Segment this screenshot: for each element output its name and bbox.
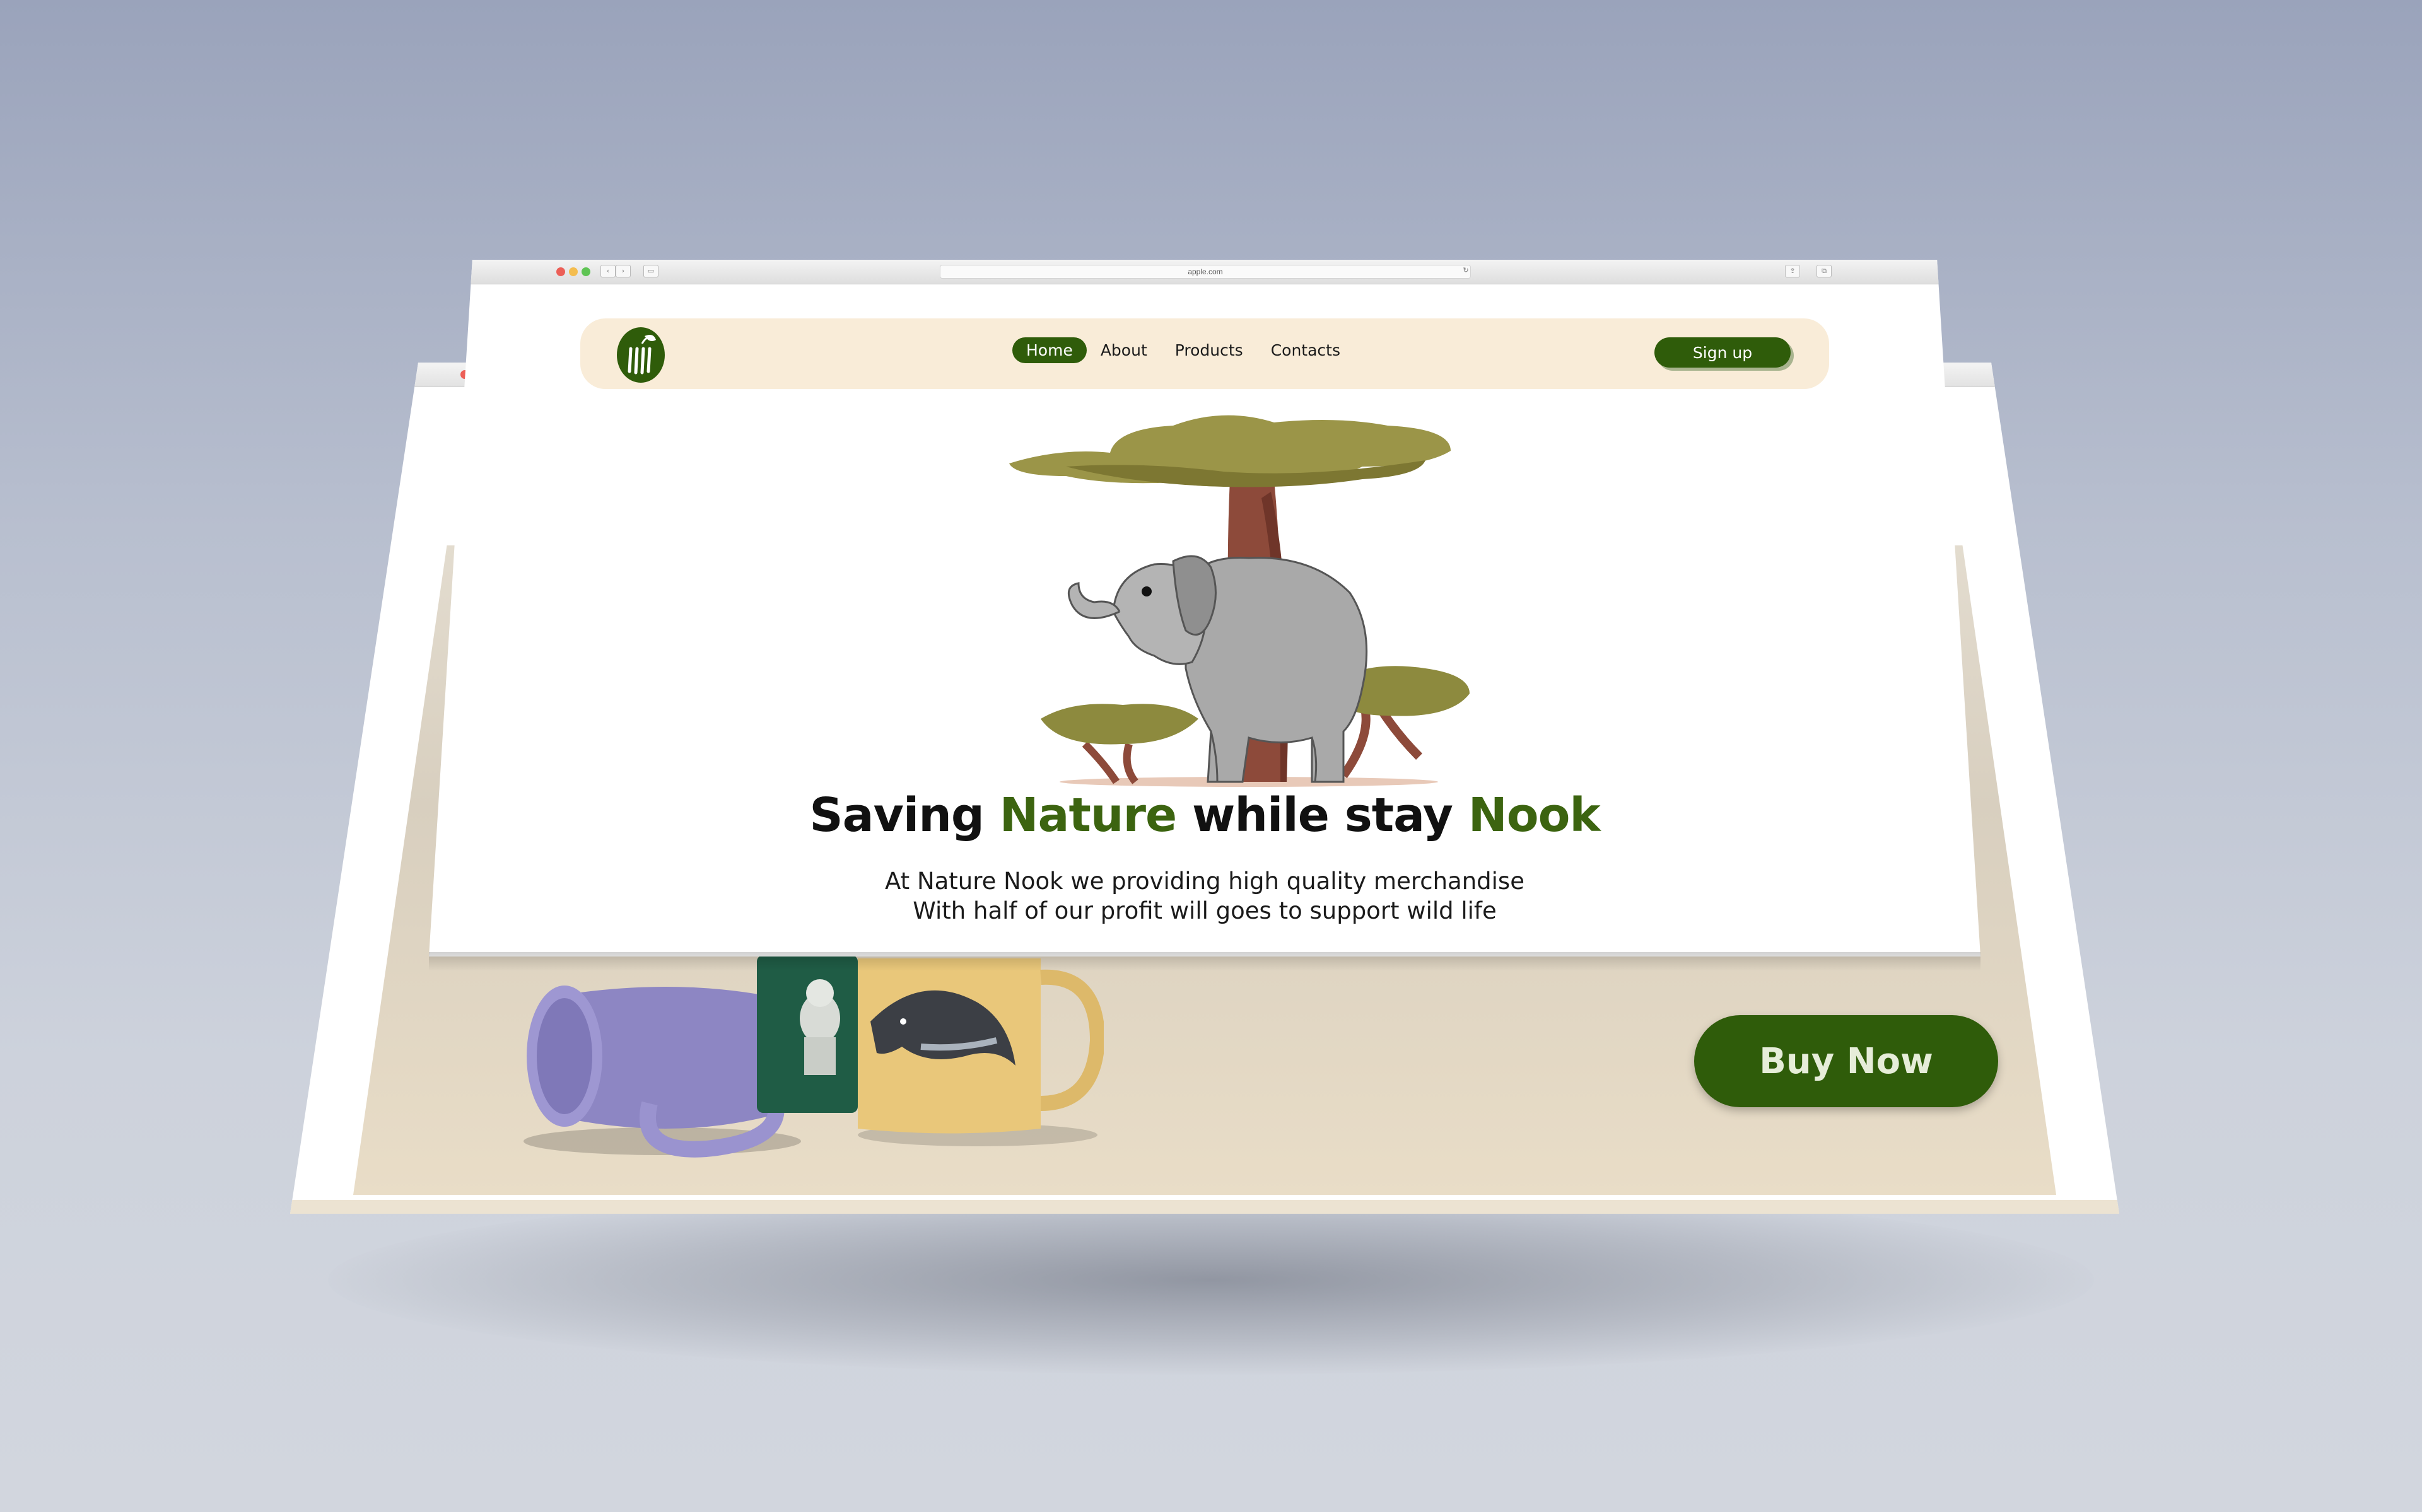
front-window-chrome: ‹ › ▭ apple.com ↻ ⇪ ⧉ [429, 260, 1980, 284]
nav-links: Home About Products Contacts [1012, 337, 1354, 363]
close-dot[interactable] [556, 267, 565, 276]
reload-icon[interactable]: ↻ [1459, 265, 1473, 276]
back-window-bottom [290, 1200, 2119, 1214]
zoom-dot[interactable] [582, 267, 590, 276]
nav-products[interactable]: Products [1161, 337, 1257, 363]
headline-nook: Nook [1468, 788, 1601, 842]
hero-subtext: At Nature Nook we providing high quality… [429, 866, 1980, 926]
subtext-line-1: At Nature Nook we providing high quality… [885, 868, 1524, 895]
minimize-dot[interactable] [569, 267, 578, 276]
front-window-shadow [429, 952, 1980, 971]
headline-nature: Nature [999, 788, 1178, 842]
buy-now-button[interactable]: Buy Now [1694, 1015, 1998, 1107]
yellow-mug-image [858, 958, 1104, 1146]
logo-leaf-icon[interactable] [617, 327, 665, 383]
elephant-baobab-illustration [1009, 415, 1470, 787]
back-arrow-icon[interactable]: ‹ [600, 265, 616, 277]
nav-contacts[interactable]: Contacts [1257, 337, 1354, 363]
share-icon[interactable]: ⇪ [1785, 265, 1800, 277]
nav-about[interactable]: About [1087, 337, 1161, 363]
subtext-line-2: With half of our profit will goes to sup… [913, 897, 1497, 924]
sidebar-icon[interactable]: ▭ [643, 265, 658, 277]
address-bar[interactable]: apple.com [940, 265, 1471, 279]
tabs-icon[interactable]: ⧉ [1816, 265, 1832, 277]
signup-button[interactable]: Sign up [1654, 337, 1791, 368]
headline-part-3: while stay [1176, 788, 1468, 842]
site-navbar: Home About Products Contacts Sign up [580, 318, 1829, 389]
headline-part-1: Saving [809, 788, 1000, 842]
scene: Buy Now ‹ › ▭ apple.com ↻ ⇪ ⧉ Home About… [0, 0, 2422, 1512]
front-browser-window: ‹ › ▭ apple.com ↻ ⇪ ⧉ Home About Product… [429, 260, 1980, 957]
forward-arrow-icon[interactable]: › [616, 265, 631, 277]
nav-home[interactable]: Home [1012, 337, 1087, 363]
hero-headline: Saving Nature while stay Nook [429, 788, 1980, 842]
